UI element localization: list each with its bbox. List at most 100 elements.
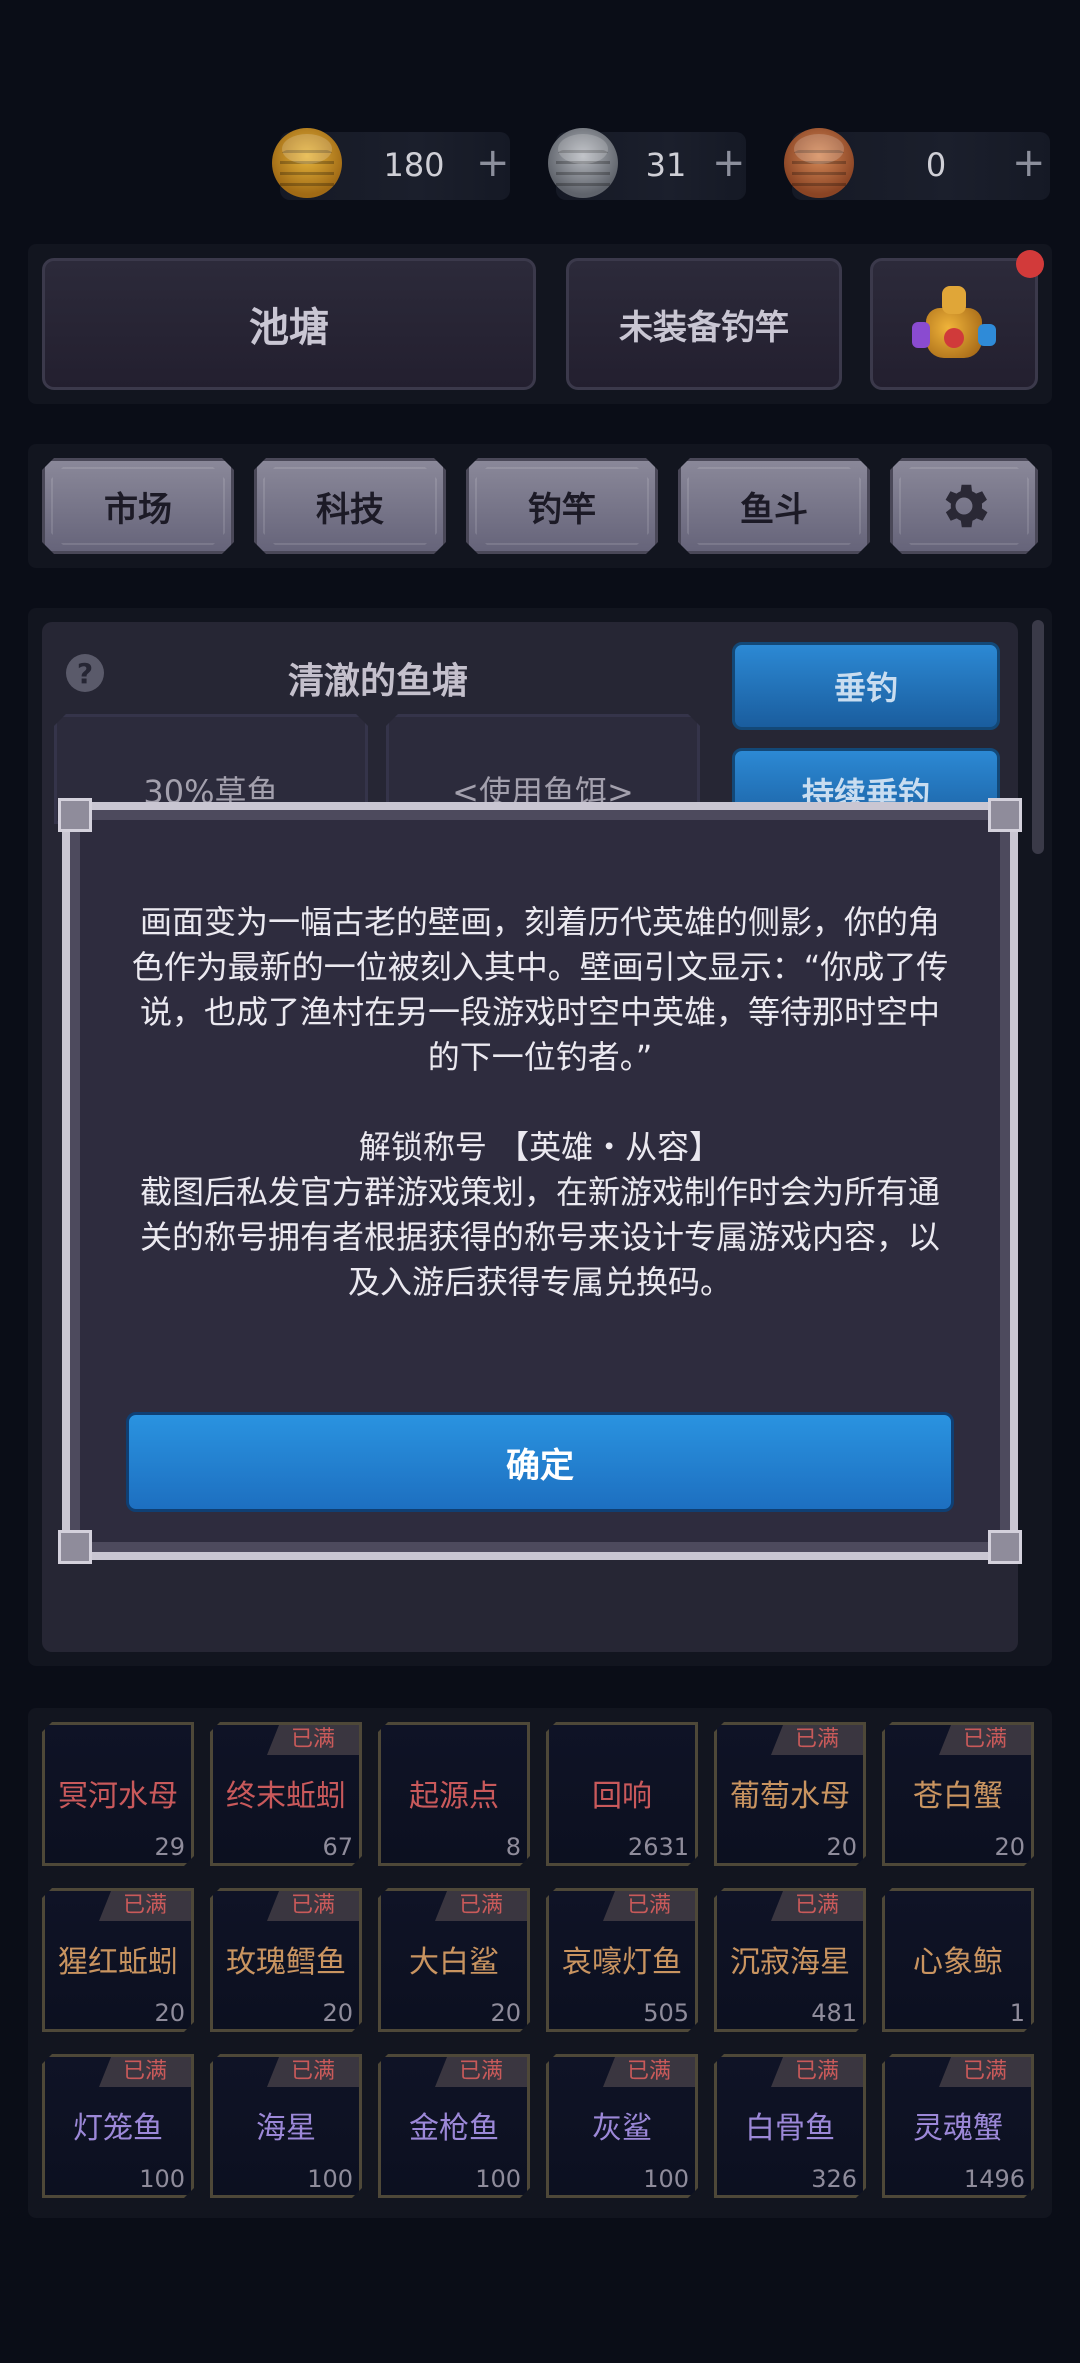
silver-currency: 31 + <box>548 128 746 200</box>
fish-count: 20 <box>490 1999 521 2027</box>
gold-coin-stack-icon <box>272 128 342 198</box>
fish-count: 8 <box>505 1833 521 1861</box>
dialog-paragraph-2: 截图后私发官方群游戏策划，在新游戏制作时会为所有通关的称号拥有者根据获得的称号来… <box>139 1173 940 1301</box>
bronze-add-button[interactable]: + <box>1012 140 1046 186</box>
full-badge: 已满 <box>603 2057 695 2087</box>
treasure-button[interactable] <box>870 258 1038 390</box>
message-dialog: 画面变为一幅古老的壁画，刻着历代英雄的侧影，你的角色作为最新的一位被刻入其中。壁… <box>58 798 1022 1564</box>
silver-add-button[interactable]: + <box>712 140 746 186</box>
fish-count: 100 <box>307 2165 353 2193</box>
fish-button[interactable]: 垂钓 <box>732 642 1000 730</box>
fish-count: 20 <box>322 1999 353 2027</box>
full-badge: 已满 <box>435 1891 527 1921</box>
gold-currency: 180 + <box>272 128 510 200</box>
fish-count: 29 <box>154 1833 185 1861</box>
fish-cell[interactable]: 灰鲨 100 已满 <box>546 2054 698 2198</box>
pond-scrollbar[interactable] <box>1032 620 1044 854</box>
fish-bucket-button[interactable]: 鱼斗 <box>678 458 870 554</box>
fish-cell[interactable]: 海星 100 已满 <box>210 2054 362 2198</box>
help-icon[interactable]: ? <box>66 654 104 692</box>
bronze-value: 0 <box>925 146 947 184</box>
fish-name: 灰鲨 <box>592 2111 652 2146</box>
dialog-text: 画面变为一幅古老的壁画，刻着历代英雄的侧影，你的角色作为最新的一位被刻入其中。壁… <box>126 900 954 1305</box>
fish-name: 玫瑰鳕鱼 <box>226 1945 346 1980</box>
tech-button[interactable]: 科技 <box>254 458 446 554</box>
fish-count: 20 <box>826 1833 857 1861</box>
fish-cell[interactable]: 心象鲸 1 <box>882 1888 1034 2032</box>
fish-name: 苍白蟹 <box>913 1779 1003 1814</box>
fish-cell[interactable]: 沉寂海星 481 已满 <box>714 1888 866 2032</box>
fish-cell[interactable]: 白骨鱼 326 已满 <box>714 2054 866 2198</box>
dialog-corner <box>58 798 92 832</box>
dialog-corner <box>988 798 1022 832</box>
fish-count: 20 <box>994 1833 1025 1861</box>
fish-name: 哀嚎灯鱼 <box>562 1945 682 1980</box>
fish-name: 沉寂海星 <box>730 1945 850 1980</box>
full-badge: 已满 <box>771 2057 863 2087</box>
fish-count: 20 <box>154 1999 185 2027</box>
full-badge: 已满 <box>603 1891 695 1921</box>
fish-name: 灯笼鱼 <box>73 2111 163 2146</box>
fish-cell[interactable]: 哀嚎灯鱼 505 已满 <box>546 1888 698 2032</box>
bronze-currency: 0 + <box>784 128 1050 200</box>
fish-count: 2631 <box>627 1833 689 1861</box>
gold-add-button[interactable]: + <box>476 140 510 186</box>
full-badge: 已满 <box>771 1725 863 1755</box>
fish-count: 1496 <box>963 2165 1025 2193</box>
pond-button[interactable]: 池塘 <box>42 258 536 390</box>
fish-cell[interactable]: 回响 2631 <box>546 1722 698 1866</box>
fish-cell[interactable]: 葡萄水母 20 已满 <box>714 1722 866 1866</box>
fish-count: 100 <box>139 2165 185 2193</box>
market-button[interactable]: 市场 <box>42 458 234 554</box>
fish-count: 100 <box>643 2165 689 2193</box>
fish-name: 心象鲸 <box>913 1945 1003 1980</box>
dialog-corner <box>988 1530 1022 1564</box>
settings-button[interactable] <box>890 458 1038 554</box>
full-badge: 已满 <box>939 2057 1031 2087</box>
rod-button[interactable]: 钓竿 <box>466 458 658 554</box>
full-badge: 已满 <box>771 1891 863 1921</box>
fish-count: 505 <box>643 1999 689 2027</box>
fish-cell[interactable]: 苍白蟹 20 已满 <box>882 1722 1034 1866</box>
fish-cell[interactable]: 起源点 8 <box>378 1722 530 1866</box>
full-badge: 已满 <box>267 1725 359 1755</box>
full-badge: 已满 <box>99 2057 191 2087</box>
fish-cell[interactable]: 大白鲨 20 已满 <box>378 1888 530 2032</box>
dialog-paragraph-1: 画面变为一幅古老的壁画，刻着历代英雄的侧影，你的角色作为最新的一位被刻入其中。壁… <box>131 903 949 1076</box>
full-badge: 已满 <box>267 2057 359 2087</box>
full-badge: 已满 <box>267 1891 359 1921</box>
fish-grid: 冥河水母 29 终末蚯蚓 67 已满 起源点 8 回响 2631 葡萄水母 20 已满 苍白蟹 20 已满猩… <box>28 1708 1052 2218</box>
gear-icon <box>935 477 993 535</box>
fish-count: 1 <box>1009 1999 1025 2027</box>
fish-count: 481 <box>811 1999 857 2027</box>
fish-cell[interactable]: 灯笼鱼 100 已满 <box>42 2054 194 2198</box>
full-badge: 已满 <box>99 1891 191 1921</box>
fish-cell[interactable]: 冥河水母 29 <box>42 1722 194 1866</box>
fish-name: 灵魂蟹 <box>913 2111 1003 2146</box>
fish-name: 金枪鱼 <box>409 2111 499 2146</box>
fish-name: 起源点 <box>409 1779 499 1814</box>
full-badge: 已满 <box>939 1725 1031 1755</box>
pond-title: 清澈的鱼塘 <box>288 661 469 702</box>
dialog-corner <box>58 1530 92 1564</box>
fish-cell[interactable]: 玫瑰鳕鱼 20 已满 <box>210 1888 362 2032</box>
fish-count: 326 <box>811 2165 857 2193</box>
fish-cell[interactable]: 金枪鱼 100 已满 <box>378 2054 530 2198</box>
confirm-button[interactable]: 确定 <box>126 1412 954 1512</box>
fish-name: 冥河水母 <box>58 1779 178 1814</box>
fish-name: 回响 <box>592 1779 652 1814</box>
treasure-pile-icon <box>912 278 996 370</box>
fish-cell[interactable]: 灵魂蟹 1496 已满 <box>882 2054 1034 2198</box>
gold-value: 180 <box>383 146 445 184</box>
fish-name: 葡萄水母 <box>730 1779 850 1814</box>
fish-cell[interactable]: 猩红蚯蚓 20 已满 <box>42 1888 194 2032</box>
top-panel: 池塘 未装备钓竿 <box>28 244 1052 404</box>
fish-name: 终末蚯蚓 <box>226 1779 346 1814</box>
rod-equip-button[interactable]: 未装备钓竿 <box>566 258 842 390</box>
notification-dot <box>1016 250 1044 278</box>
dialog-unlock-title: 解锁称号 【英雄・从容】 <box>358 1128 722 1166</box>
fish-count: 67 <box>322 1833 353 1861</box>
fish-name: 海星 <box>256 2111 316 2146</box>
fish-cell[interactable]: 终末蚯蚓 67 已满 <box>210 1722 362 1866</box>
bronze-coin-stack-icon <box>784 128 854 198</box>
